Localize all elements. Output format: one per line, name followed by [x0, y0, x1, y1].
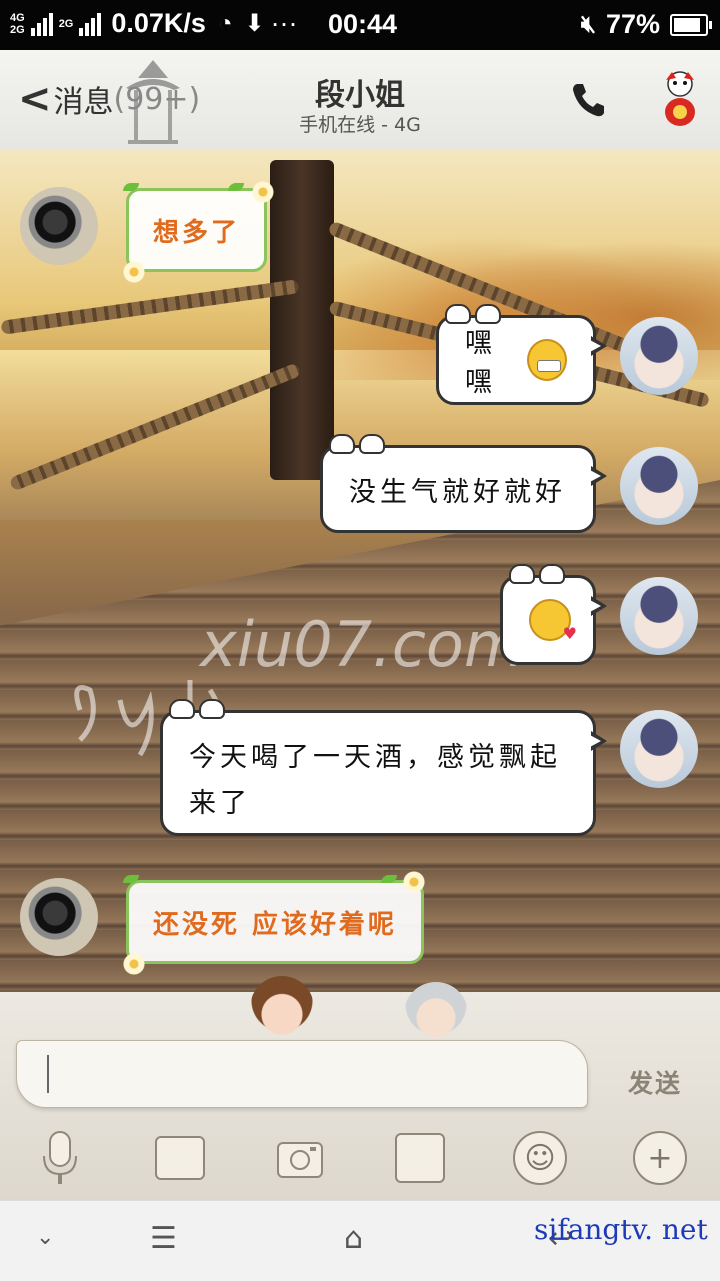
- message-bubble-outgoing[interactable]: 今天喝了一天酒，感觉飘起 来了: [160, 699, 607, 836]
- folder-icon[interactable]: [392, 1130, 448, 1186]
- bubble-tail: [588, 336, 607, 356]
- input-toolbar: ☺ +: [0, 1124, 720, 1200]
- message-input[interactable]: [16, 1040, 588, 1108]
- battery-fill: [674, 17, 701, 32]
- message-text: 今天喝了一天酒，感觉飘起 来了: [189, 735, 561, 827]
- message-line: 来了: [189, 788, 251, 819]
- message-line: 今天喝了一天酒，感觉飘起: [189, 742, 561, 773]
- more-notifications-icon: ···: [270, 8, 298, 38]
- message-text: 还没死 应该好着呢: [153, 909, 398, 940]
- girl-character-decoration: [250, 976, 314, 1038]
- bubble-tail: [588, 596, 607, 616]
- message-text: 没生气就好就好: [349, 476, 566, 508]
- send-button[interactable]: 发送: [628, 1064, 682, 1100]
- message-bubble-incoming[interactable]: 想多了: [123, 181, 275, 283]
- background-rope: [0, 279, 300, 335]
- microphone-icon[interactable]: [32, 1130, 88, 1186]
- clock: 00:44: [328, 9, 398, 39]
- contact-avatar[interactable]: [20, 878, 98, 956]
- my-avatar[interactable]: [620, 710, 698, 788]
- network-bottom: 2G: [10, 23, 25, 36]
- network-type: 4G 2G: [10, 12, 25, 36]
- input-area: 发送 ☺ +: [0, 976, 720, 1200]
- message-bubble-outgoing[interactable]: 嘿嘿: [436, 304, 607, 405]
- chevron-down-icon[interactable]: ⌄: [36, 1225, 54, 1250]
- mute-icon: 🔇︎: [580, 10, 596, 38]
- leaf-decoration: [123, 183, 139, 191]
- message-text: 嘿嘿: [465, 328, 496, 398]
- chat-area[interactable]: xiu07.com 想多了 嘿嘿 没生气就好就好 今天喝了一天酒，感觉飘起: [0, 150, 720, 992]
- cloud-decoration: [445, 304, 501, 324]
- plus-icon[interactable]: +: [632, 1130, 688, 1186]
- message-bubble-outgoing[interactable]: 没生气就好就好: [320, 434, 607, 533]
- network-top: 4G: [10, 11, 25, 24]
- my-avatar[interactable]: [620, 577, 698, 655]
- text-caret: [47, 1055, 49, 1093]
- battery-icon: [670, 13, 712, 36]
- phone-icon[interactable]: [568, 80, 608, 120]
- network-type-2: 2G: [58, 17, 74, 30]
- menu-icon[interactable]: ☰: [150, 1221, 177, 1256]
- background-post: [270, 160, 334, 480]
- signal-icon: [30, 12, 53, 36]
- contact-status: 手机在线 - 4G: [299, 114, 421, 136]
- grinning-face-icon: [527, 339, 567, 381]
- network-speed: 0.07K/s: [111, 8, 206, 38]
- leaf-decoration: [123, 875, 139, 883]
- emoji-icon[interactable]: ☺: [512, 1130, 568, 1186]
- my-avatar[interactable]: [620, 317, 698, 395]
- battery-percent: 77%: [605, 9, 660, 39]
- flower-decoration: [123, 953, 145, 975]
- my-avatar[interactable]: [620, 447, 698, 525]
- flower-decoration: [403, 871, 426, 893]
- bubble-tail: [588, 466, 607, 486]
- contact-avatar[interactable]: [20, 187, 98, 265]
- wifi-icon: ◔: [217, 9, 233, 37]
- flower-decoration: [123, 261, 145, 283]
- flower-decoration: [252, 181, 275, 203]
- message-text: 想多了: [153, 217, 241, 248]
- signal-icon-2: [79, 12, 102, 36]
- leaf-decoration: [381, 875, 398, 883]
- message-bubble-incoming[interactable]: 还没死 应该好着呢: [123, 871, 426, 975]
- cloud-decoration: [329, 434, 385, 454]
- profile-avatar-button[interactable]: [660, 70, 700, 128]
- chat-header: < 消息 (99+) 段小姐 手机在线 - 4G: [0, 50, 720, 150]
- site-watermark: sifangtv. net: [534, 1213, 708, 1246]
- contact-name: 段小姐: [315, 78, 405, 113]
- bubble-tail: [588, 731, 607, 751]
- image-icon[interactable]: [152, 1130, 208, 1186]
- home-icon[interactable]: ⌂: [344, 1221, 363, 1256]
- cloud-decoration: [169, 699, 225, 719]
- cloud-decoration: [509, 564, 565, 584]
- system-nav-bar: ⌄ ☰ ⌂ ↩ sifangtv. net: [0, 1200, 720, 1281]
- boy-character-decoration: [404, 982, 468, 1038]
- camera-icon[interactable]: [272, 1130, 328, 1186]
- leaf-decoration: [228, 183, 245, 191]
- message-bubble-outgoing[interactable]: [500, 564, 607, 665]
- status-bar: 4G 2G 2G 0.07K/s ◔ ⬇ ··· 00:44 🔇︎ 77%: [0, 0, 720, 50]
- kissing-face-icon: [529, 599, 581, 643]
- download-icon: ⬇: [244, 10, 265, 37]
